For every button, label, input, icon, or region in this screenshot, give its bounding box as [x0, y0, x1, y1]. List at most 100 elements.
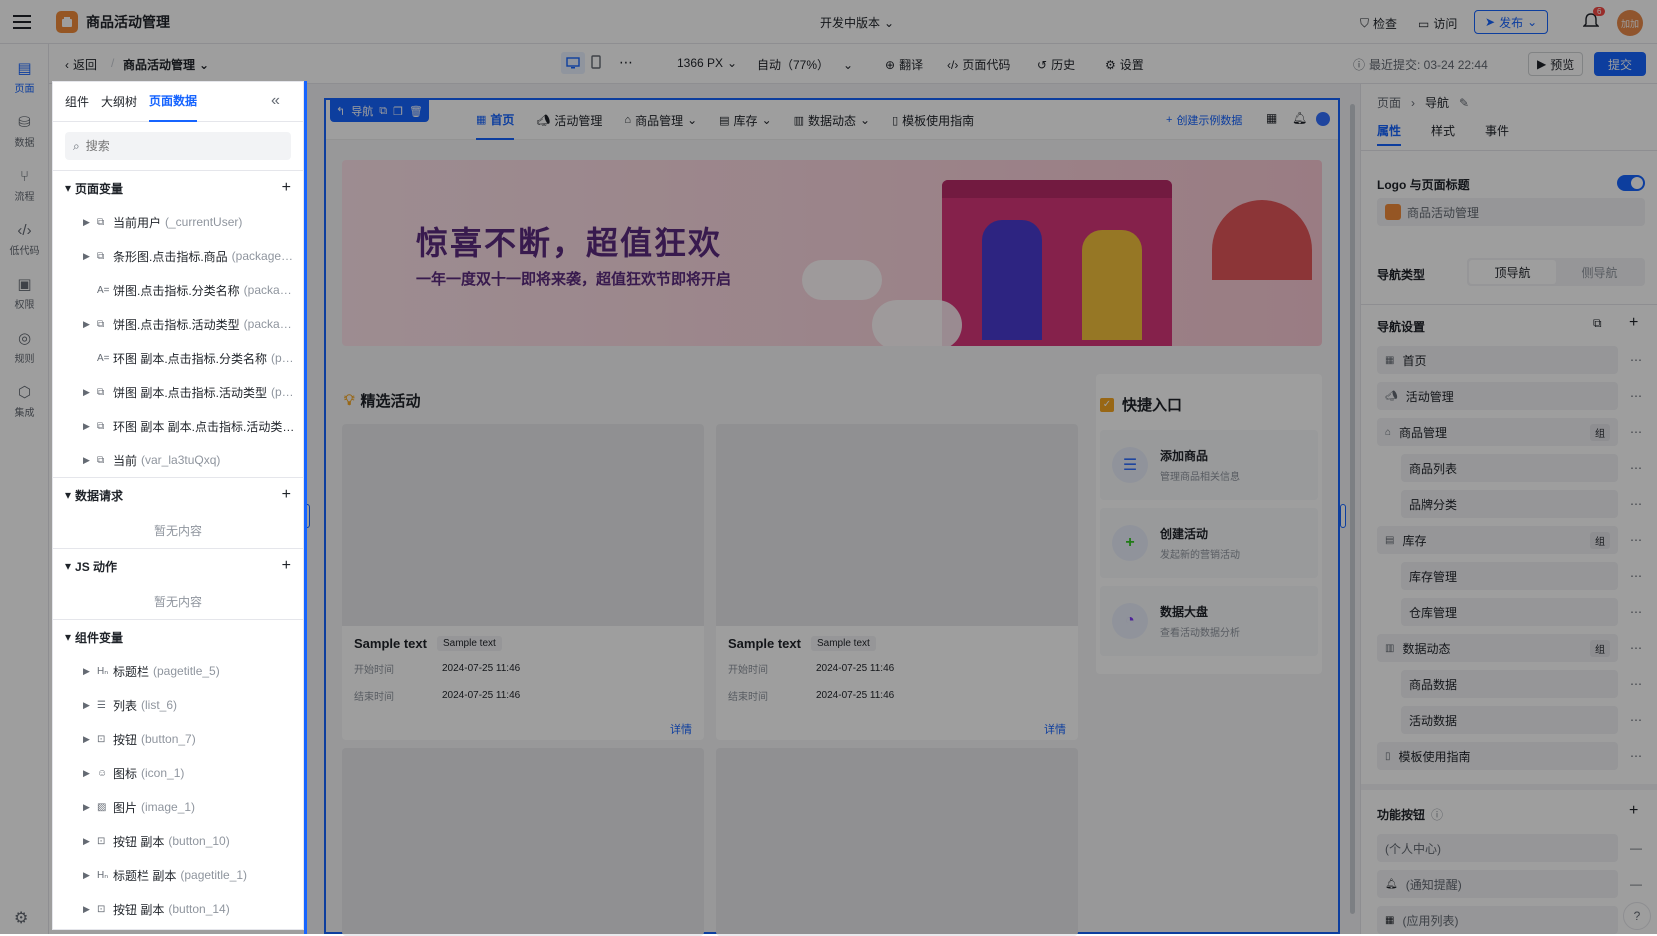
help-icon[interactable]: ?	[1623, 902, 1651, 930]
logo-title-toggle[interactable]	[1617, 175, 1645, 191]
nav-type-top[interactable]: 顶导航	[1469, 260, 1556, 284]
plus-icon[interactable]: +	[282, 486, 291, 504]
menu-icon[interactable]	[0, 0, 44, 44]
page-vars-section[interactable]: ▾ 页面变量 +	[53, 171, 303, 205]
version-select[interactable]: 开发中版本 ⌄	[820, 14, 894, 31]
panel-tab[interactable]: 页面数据	[149, 82, 198, 122]
search-input[interactable]	[85, 139, 266, 153]
nav-setting-item[interactable]: 活动数据 ⋯	[1377, 706, 1642, 734]
trash-icon[interactable]: 🗑	[409, 105, 423, 118]
bell-icon[interactable]: 🔔︎	[1292, 111, 1307, 125]
quick-entry-item[interactable]: ◔ 数据大盘 查看活动数据分析	[1100, 586, 1318, 656]
zoom-select[interactable]: 自动（77%） ⌄	[757, 56, 853, 73]
submit-button[interactable]: 提交	[1594, 52, 1647, 76]
minus-icon[interactable]: —	[1618, 841, 1642, 855]
nav-type-side[interactable]: 侧导航	[1556, 260, 1643, 284]
page-var-item[interactable]: ▶ ⧉ 条形图.点击指标.商品 (package…	[53, 239, 303, 273]
minus-icon[interactable]: —	[1618, 877, 1642, 891]
duplicate-icon[interactable]: ❐	[393, 105, 403, 118]
nav-setting-item[interactable]: 商品数据 ⋯	[1377, 670, 1642, 698]
more-icon[interactable]: ⋯	[1618, 533, 1642, 547]
logo-title-field[interactable]: 商品活动管理	[1377, 198, 1645, 226]
component-var-item[interactable]: ▶ ▨ 图片 (image_1)	[53, 790, 303, 824]
preview-button[interactable]: ▶ 预览	[1528, 52, 1584, 76]
more-icon[interactable]: ⋯	[1618, 425, 1642, 439]
panel-tab[interactable]: 组件	[65, 82, 89, 122]
component-var-item[interactable]: ▶ Hₙ 标题栏 (pagetitle_5)	[53, 654, 303, 688]
breadcrumb-item[interactable]: 页面	[1377, 94, 1401, 111]
width-select[interactable]: 1366 PX ⌄	[677, 56, 737, 70]
rail-item-flow[interactable]: ⑂ 流程	[0, 158, 49, 212]
collapse-panel-icon[interactable]: «	[271, 92, 280, 110]
page-var-item[interactable]: ▶ ⧉ 饼图.点击指标.活动类型 (packa…	[53, 307, 303, 341]
page-var-item[interactable]: ▶ ⧉ 当前用户 (_currentUser)	[53, 205, 303, 239]
panel-tab[interactable]: 大纲树	[101, 82, 137, 122]
component-var-item[interactable]: ▶ ☰ 列表 (list_6)	[53, 688, 303, 722]
rail-item-rule[interactable]: ◎ 规则	[0, 320, 49, 374]
detail-link[interactable]: 详情	[1044, 724, 1066, 736]
nav-setting-item[interactable]: ▯ 模板使用指南 ⋯	[1377, 742, 1642, 770]
component-var-item[interactable]: ▶ ⊡ 按钮 (button_7)	[53, 722, 303, 756]
page-select[interactable]: 商品活动管理 ⌄	[123, 56, 209, 73]
visit-button[interactable]: ▭ 访问	[1418, 15, 1457, 32]
more-icon[interactable]: ⋯	[1618, 605, 1642, 619]
rail-item-lock[interactable]: ▣ 权限	[0, 266, 49, 320]
settings-button[interactable]: ⚙ 设置	[1105, 56, 1144, 73]
more-icon[interactable]: ⋯	[619, 54, 633, 71]
rail-item-page[interactable]: ▤ 页面	[0, 50, 49, 104]
nav-settings-edit-icon[interactable]: ⧉	[1593, 316, 1602, 331]
more-icon[interactable]: ⋯	[1618, 749, 1642, 763]
prop-tab[interactable]: 样式	[1431, 122, 1455, 146]
component-var-item[interactable]: ▶ ⊡ 按钮 副本 (button_10)	[53, 824, 303, 858]
more-icon[interactable]: ⋯	[1618, 569, 1642, 583]
activity-card[interactable]: Sample text Sample text 开始时间 2024-07-25 11:…	[716, 424, 1078, 740]
nav-setting-item[interactable]: 商品列表 ⋯	[1377, 454, 1642, 482]
component-var-item[interactable]: ▶ ☺ 图标 (icon_1)	[53, 756, 303, 790]
canvas-nav-item[interactable]: ⌂ 商品管理 ⌄	[624, 100, 697, 140]
js-action-section[interactable]: ▾ JS 动作 +	[53, 549, 303, 583]
avatar[interactable]	[1316, 112, 1330, 126]
more-icon[interactable]: ⋯	[1618, 677, 1642, 691]
check-button[interactable]: ⛉ 检查	[1360, 15, 1397, 32]
page-var-item[interactable]: A= 饼图.点击指标.分类名称 (packa…	[53, 273, 303, 307]
nav-setting-item[interactable]: ▤ 库存 组 ⋯	[1377, 526, 1642, 554]
back-button[interactable]: ‹ 返回	[65, 56, 97, 73]
plus-icon[interactable]: +	[1629, 314, 1638, 332]
rail-item-code[interactable]: ‹/› 低代码	[0, 212, 49, 266]
component-vars-section[interactable]: ▾ 组件变量	[53, 620, 303, 654]
mobile-icon[interactable]	[591, 55, 601, 72]
nav-component-tag[interactable]: ↰ 导航 ⧉ ❐ 🗑	[330, 100, 429, 122]
nav-setting-item[interactable]: ⌂ 商品管理 组 ⋯	[1377, 418, 1642, 446]
more-icon[interactable]: ⋯	[1618, 641, 1642, 655]
plus-icon[interactable]: +	[282, 557, 291, 575]
func-button-item[interactable]: ▦(应用列表)—	[1377, 906, 1642, 934]
plus-icon[interactable]: +	[1629, 802, 1638, 820]
translate-button[interactable]: ⊕ 翻译	[885, 56, 923, 73]
page-var-item[interactable]: ▶ ⧉ 环图 副本 副本.点击指标.活动类…	[53, 409, 303, 443]
nav-setting-item[interactable]: 仓库管理 ⋯	[1377, 598, 1642, 626]
page-nav-bar[interactable]: ↰ 导航 ⧉ ❐ 🗑 ▦ 首页 📣︎ 活动管理 ⌂ 商品管理 ⌄ ▤ 库存 ⌄ ▥ 数据动态 ⌄ ▯ 模板使用指南…	[326, 100, 1338, 140]
page-var-item[interactable]: ▶ ⧉ 饼图 副本.点击指标.活动类型 (p…	[53, 375, 303, 409]
activity-card-placeholder[interactable]	[342, 748, 704, 936]
nav-setting-item[interactable]: 品牌分类 ⋯	[1377, 490, 1642, 518]
activity-card[interactable]: Sample text Sample text 开始时间 2024-07-25 11:…	[342, 424, 704, 740]
nav-setting-item[interactable]: ▦ 首页 ⋯	[1377, 346, 1642, 374]
desktop-icon[interactable]	[561, 52, 585, 74]
nav-setting-item[interactable]: 库存管理 ⋯	[1377, 562, 1642, 590]
more-icon[interactable]: ⋯	[1618, 461, 1642, 475]
create-sample-button[interactable]: + 创建示例数据	[1166, 112, 1242, 128]
quick-entry-item[interactable]: ☰ 添加商品 管理商品相关信息	[1100, 430, 1318, 500]
canvas-nav-item[interactable]: ▦ 首页	[476, 100, 515, 140]
page-var-item[interactable]: A= 环图 副本.点击指标.分类名称 (p…	[53, 341, 303, 375]
func-button-item[interactable]: (个人中心) —	[1377, 834, 1642, 862]
apps-grid-icon[interactable]: ▦	[1266, 111, 1277, 125]
rail-item-database[interactable]: ⛁ 数据	[0, 104, 49, 158]
more-icon[interactable]: ⋯	[1618, 389, 1642, 403]
data-request-section[interactable]: ▾ 数据请求 +	[53, 478, 303, 512]
rail-item-integration[interactable]: ⬡ 集成	[0, 374, 49, 428]
canvas-scrollbar[interactable]	[1350, 104, 1355, 914]
quick-entry-item[interactable]: + 创建活动 发起新的营销活动	[1100, 508, 1318, 578]
activity-card-placeholder[interactable]	[716, 748, 1078, 936]
more-icon[interactable]: ⋯	[1618, 713, 1642, 727]
copy-icon[interactable]: ⧉	[379, 105, 387, 118]
